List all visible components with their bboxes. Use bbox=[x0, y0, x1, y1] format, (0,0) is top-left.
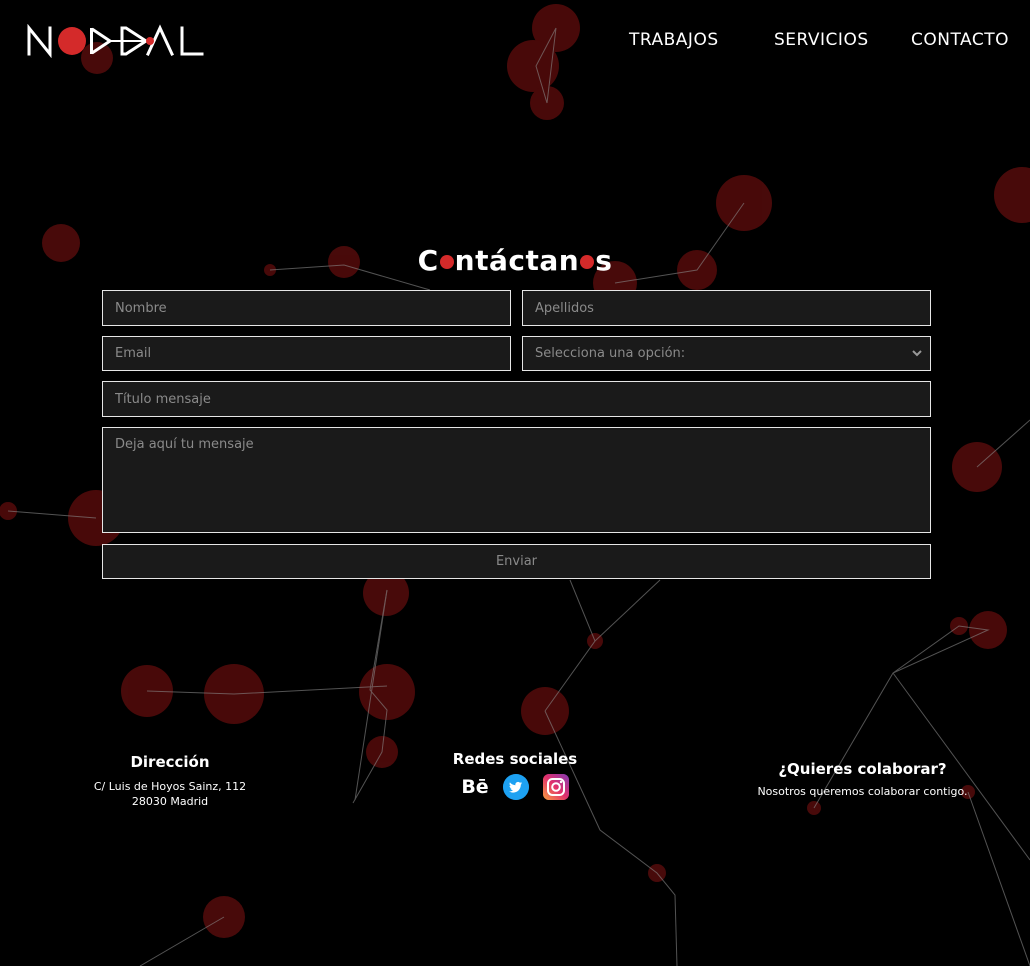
collab-heading: ¿Quieres colaborar? bbox=[778, 760, 947, 778]
address-line-1: C/ Luis de Hoyos Sainz, 112 bbox=[93, 780, 247, 793]
address-heading: Dirección bbox=[130, 753, 210, 771]
option-select-value: Selecciona una opción: bbox=[535, 346, 686, 361]
title-part-3: s bbox=[595, 244, 613, 277]
title-part-1: C bbox=[417, 244, 439, 277]
social-icons: Bē bbox=[430, 774, 600, 800]
chevron-down-icon bbox=[912, 350, 922, 357]
collab-block: ¿Quieres colaborar? Nosotros queremos co… bbox=[740, 760, 985, 799]
contact-title-text: Cntáctan s bbox=[418, 244, 613, 277]
address-line-2: 28030 Madrid bbox=[131, 795, 209, 808]
email-input[interactable] bbox=[102, 336, 511, 371]
nav-servicios[interactable]: SERVICIOS bbox=[774, 30, 869, 50]
social-heading: Redes sociales bbox=[452, 750, 578, 768]
collab-text: Nosotros queremos colaborar contigo. bbox=[757, 785, 968, 798]
nodal-logo[interactable] bbox=[26, 24, 206, 58]
instagram-icon[interactable] bbox=[543, 774, 569, 800]
apellidos-input[interactable] bbox=[522, 290, 931, 326]
enviar-button[interactable]: Enviar bbox=[102, 544, 931, 579]
logo-mark bbox=[27, 24, 204, 58]
address-block: Dirección C/ Luis de Hoyos Sainz, 112 28… bbox=[70, 753, 270, 809]
title-dot-1 bbox=[439, 255, 454, 269]
option-select[interactable]: Selecciona una opción: bbox=[522, 336, 931, 371]
mensaje-textarea[interactable] bbox=[102, 427, 931, 533]
nav-trabajos[interactable]: TRABAJOS bbox=[629, 30, 719, 50]
contact-title: Cntáctan s bbox=[0, 244, 1030, 277]
titulo-input[interactable] bbox=[102, 381, 931, 417]
title-part-2: ntáctan bbox=[454, 244, 580, 277]
behance-icon[interactable]: Bē bbox=[461, 774, 489, 800]
twitter-icon[interactable] bbox=[503, 774, 529, 800]
nav-contacto[interactable]: CONTACTO bbox=[911, 30, 1009, 50]
title-dot-2 bbox=[580, 255, 595, 269]
social-block: Redes sociales Bē bbox=[430, 750, 600, 800]
nombre-input[interactable] bbox=[102, 290, 511, 326]
